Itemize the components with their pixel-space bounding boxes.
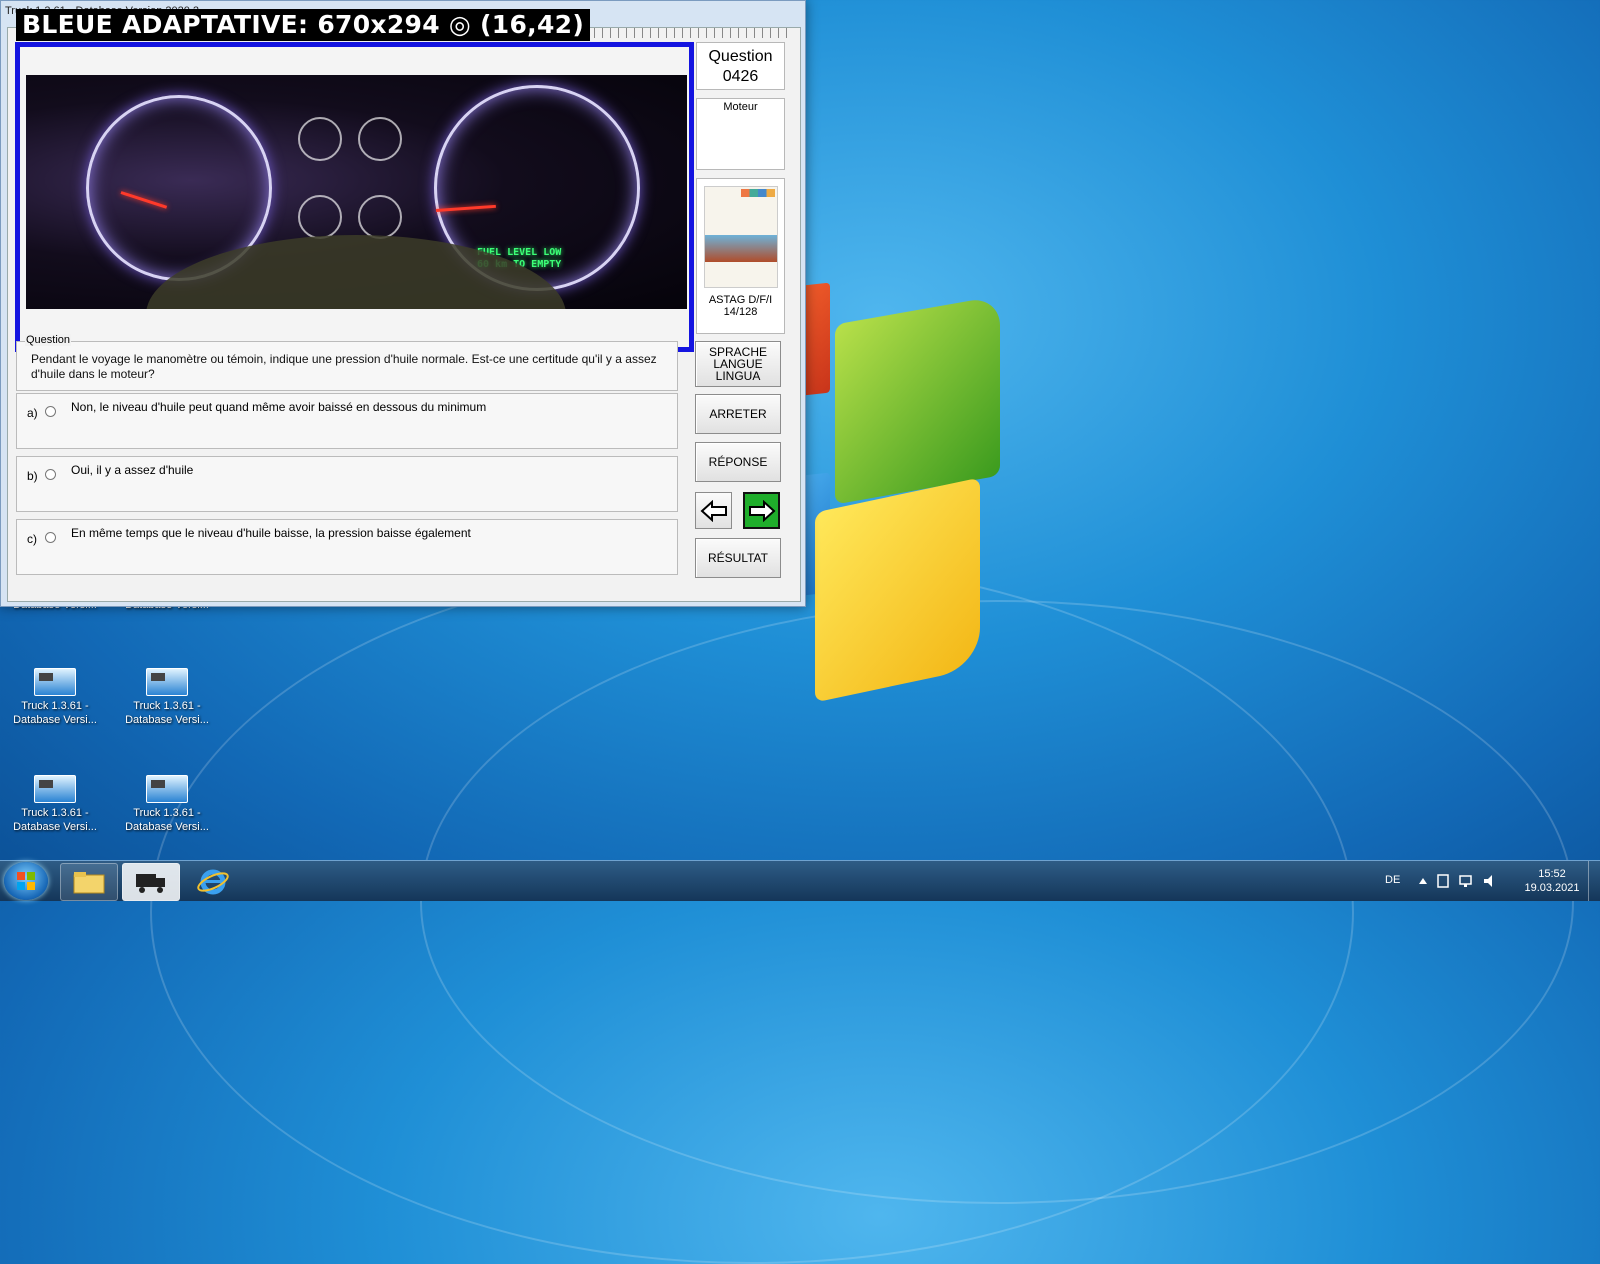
taskbar-truck-app[interactable] [122,863,180,901]
app-client-area: FUEL LEVEL LOW 60 km TO EMPTY Question 0… [7,27,801,602]
windows-start-icon [17,872,35,890]
category-label: Moteur [723,101,758,113]
question-legend: Question [25,334,72,346]
answer-option-c[interactable]: c) En même temps que le niveau d'huile b… [16,519,678,575]
question-group: Question Pendant le voyage le manomètre … [16,334,678,391]
question-number-box: Question 0426 [696,42,785,90]
truck-app-icon [34,775,76,803]
network-icon[interactable] [1458,873,1474,889]
desktop-icon-truck-5[interactable]: Truck 1.3.61 - Database Versi... [10,775,100,834]
desktop-icon-label: Database Versi... [13,714,97,726]
answer-option-b[interactable]: b) Oui, il y a assez d'huile [16,456,678,512]
temperature-gauge [358,195,402,239]
show-desktop-button[interactable] [1588,861,1600,901]
answer-button[interactable]: RÉPONSE [695,442,781,482]
windows-wallpaper-logo [785,282,1025,703]
desktop-icon-label: Truck 1.3.61 - [21,807,89,819]
taskbar: DE 15:52 19.03.2021 [0,860,1600,901]
truck-icon [136,874,165,893]
truck-app-icon [34,668,76,696]
desktop-icon-truck-4[interactable]: Truck 1.3.61 - Database Versi... [122,668,212,727]
desktop-icon-label: Truck 1.3.61 - [21,700,89,712]
arrow-right-icon [748,499,775,522]
taskbar-internet-explorer[interactable] [184,863,242,901]
book-cover-image [703,186,778,288]
reference-book-box[interactable]: ASTAG D/F/I 14/128 [696,178,785,334]
next-question-button[interactable] [743,492,780,529]
app-window: Truck 1.3.61 - Database Version 2020.2 B… [0,0,806,607]
desktop-icon-truck-6[interactable]: Truck 1.3.61 - Database Versi... [122,775,212,834]
taskbar-explorer[interactable] [60,863,118,901]
question-image-frame: FUEL LEVEL LOW 60 km TO EMPTY [15,42,694,352]
book-name: ASTAG D/F/I [708,294,773,306]
answer-radio[interactable] [45,406,56,417]
desktop-icon-label: Database Versi... [125,821,209,833]
previous-question-button[interactable] [695,492,732,529]
desktop-icon-label: Database Versi... [125,714,209,726]
answer-text: Oui, il y a assez d'huile [71,463,194,477]
show-hidden-icons-icon[interactable] [1418,877,1428,885]
language-indicator[interactable]: DE [1385,874,1400,886]
clock-time: 15:52 [1538,868,1566,880]
volume-icon[interactable] [1482,873,1498,889]
answer-option-a[interactable]: a) Non, le niveau d'huile peut quand mêm… [16,393,678,449]
clock[interactable]: 15:52 19.03.2021 [1520,867,1584,895]
wallpaper-swoosh [420,600,1574,1204]
result-button[interactable]: RÉSULTAT [695,538,781,578]
question-number-label: Question [708,48,773,65]
device-icon[interactable] [1436,873,1450,889]
dashboard-photo: FUEL LEVEL LOW 60 km TO EMPTY [26,75,687,309]
answer-letter: a) [27,406,38,420]
oil-pressure-gauge [298,117,342,161]
truck-app-icon [146,668,188,696]
question-number: 0426 [722,68,759,85]
fuel-gauge [298,195,342,239]
desktop-icon-label: Truck 1.3.61 - [133,700,201,712]
internet-explorer-icon [197,869,229,895]
language-button[interactable]: SPRACHE LANGUE LINGUA [695,341,781,387]
folder-icon [73,872,105,894]
answer-radio[interactable] [45,532,56,543]
category-box: Moteur [696,98,785,170]
start-button[interactable] [4,862,48,900]
desktop-icon-truck-3[interactable]: Truck 1.3.61 - Database Versi... [10,668,100,727]
voltage-gauge [358,117,402,161]
book-page: 14/128 [723,306,758,318]
arrow-left-icon [700,499,727,522]
question-text: Pendant le voyage le manomètre ou témoin… [31,352,657,381]
answer-text: Non, le niveau d'huile peut quand même a… [71,400,487,414]
stop-button[interactable]: ARRETER [695,394,781,434]
answer-text: En même temps que le niveau d'huile bais… [71,526,471,540]
answer-letter: c) [27,532,37,546]
desktop-icon-label: Truck 1.3.61 - [133,807,201,819]
truck-app-icon [146,775,188,803]
answer-letter: b) [27,469,38,483]
language-label-it: LINGUA [715,369,761,383]
answer-radio[interactable] [45,469,56,480]
clock-date: 19.03.2021 [1524,882,1580,894]
overlay-label: BLEUE ADAPTATIVE: 670x294 ◎ (16,42) [16,9,591,41]
desktop-icon-label: Database Versi... [13,821,97,833]
